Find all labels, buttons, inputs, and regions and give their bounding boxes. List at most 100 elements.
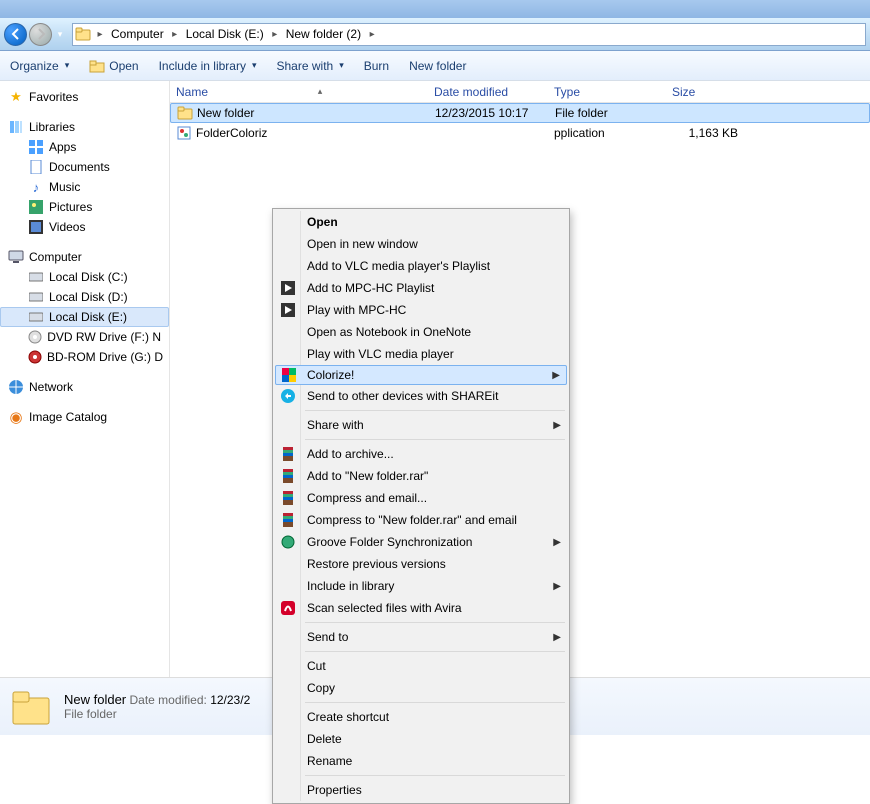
sidebar-item-drive-e[interactable]: Local Disk (E:) bbox=[0, 307, 169, 327]
context-menu-item[interactable]: Colorize!▶ bbox=[275, 365, 567, 385]
file-icon bbox=[177, 105, 193, 121]
context-menu-item[interactable]: Copy bbox=[275, 677, 567, 699]
context-menu-label: Properties bbox=[307, 783, 362, 797]
nav-history-dropdown[interactable]: ▾ bbox=[54, 23, 66, 46]
chevron-right-icon: ▶ bbox=[552, 370, 560, 381]
os-taskbar-blur bbox=[0, 0, 870, 18]
context-menu-item[interactable]: Play with MPC-HC bbox=[275, 299, 567, 321]
context-menu-label: Create shortcut bbox=[307, 710, 389, 724]
music-icon: ♪ bbox=[28, 179, 44, 195]
context-menu-item[interactable]: Restore previous versions bbox=[275, 553, 567, 575]
rar-icon bbox=[280, 468, 296, 484]
context-menu-item[interactable]: Delete bbox=[275, 728, 567, 750]
context-menu-item[interactable]: Scan selected files with Avira bbox=[275, 597, 567, 619]
context-menu-item[interactable]: Groove Folder Synchronization▶ bbox=[275, 531, 567, 553]
context-menu-item[interactable]: Open as Notebook in OneNote bbox=[275, 321, 567, 343]
context-menu-item[interactable]: Open bbox=[275, 211, 567, 233]
context-menu-label: Open as Notebook in OneNote bbox=[307, 325, 471, 339]
context-menu-item[interactable]: Include in library▶ bbox=[275, 575, 567, 597]
sidebar-item-music[interactable]: ♪ Music bbox=[0, 177, 169, 197]
drive-icon bbox=[28, 289, 44, 305]
chevron-right-icon[interactable]: ▸ bbox=[93, 29, 107, 40]
chevron-right-icon[interactable]: ▸ bbox=[268, 29, 282, 40]
favorites-label: Favorites bbox=[29, 90, 78, 104]
file-date-cell: 12/23/2015 10:17 bbox=[429, 106, 549, 120]
context-menu-item[interactable]: Compress to "New folder.rar" and email bbox=[275, 509, 567, 531]
context-menu-label: Add to "New folder.rar" bbox=[307, 469, 428, 483]
context-menu-label: Open bbox=[307, 215, 338, 229]
column-date[interactable]: Date modified bbox=[428, 85, 548, 99]
rar-icon bbox=[280, 490, 296, 506]
context-menu-item[interactable]: Send to▶ bbox=[275, 626, 567, 648]
chevron-right-icon: ▶ bbox=[553, 420, 561, 431]
folder-icon bbox=[10, 686, 52, 728]
folder-open-icon bbox=[89, 58, 105, 74]
sidebar-item-dvd[interactable]: DVD RW Drive (F:) N bbox=[0, 327, 169, 347]
new-folder-button[interactable]: New folder bbox=[409, 59, 466, 73]
column-type[interactable]: Type bbox=[548, 85, 666, 99]
groove-icon bbox=[280, 534, 296, 550]
share-with-button[interactable]: Share with bbox=[277, 59, 344, 73]
breadcrumb-bar[interactable]: ▸ Computer ▸ Local Disk (E:) ▸ New folde… bbox=[72, 23, 866, 46]
open-button[interactable]: Open bbox=[89, 58, 138, 74]
context-menu-label: Cut bbox=[307, 659, 326, 673]
context-menu-item[interactable]: Create shortcut bbox=[275, 706, 567, 728]
libraries-group[interactable]: Libraries bbox=[0, 117, 169, 137]
column-size[interactable]: Size bbox=[666, 85, 746, 99]
details-date-label: Date modified: bbox=[129, 693, 206, 707]
colorize-icon bbox=[281, 367, 297, 383]
sidebar-item-videos[interactable]: Videos bbox=[0, 217, 169, 237]
sidebar-item-drive-c[interactable]: Local Disk (C:) bbox=[0, 267, 169, 287]
image-catalog-group[interactable]: ◉ Image Catalog bbox=[0, 407, 169, 427]
context-menu-item[interactable]: Cut bbox=[275, 655, 567, 677]
context-menu-label: Play with VLC media player bbox=[307, 347, 454, 361]
computer-group[interactable]: Computer bbox=[0, 247, 169, 267]
context-menu-item[interactable]: Send to other devices with SHAREit bbox=[275, 385, 567, 407]
nav-back-button[interactable] bbox=[4, 23, 27, 46]
context-menu-item[interactable]: Share with▶ bbox=[275, 414, 567, 436]
chevron-right-icon[interactable]: ▸ bbox=[365, 29, 379, 40]
context-menu-item[interactable]: Rename bbox=[275, 750, 567, 772]
organize-button[interactable]: Organize bbox=[10, 59, 69, 73]
file-icon bbox=[176, 125, 192, 141]
sidebar-item-bdrom[interactable]: BD-ROM Drive (G:) D bbox=[0, 347, 169, 367]
column-name[interactable]: Name ▴ bbox=[170, 85, 428, 99]
context-menu-label: Restore previous versions bbox=[307, 557, 446, 571]
breadcrumb-seg-folder[interactable]: New folder (2) bbox=[282, 24, 365, 45]
avira-icon bbox=[280, 600, 296, 616]
file-row[interactable]: New folder12/23/2015 10:17File folder bbox=[170, 103, 870, 123]
chevron-right-icon: ▶ bbox=[553, 537, 561, 548]
sidebar-item-drive-d[interactable]: Local Disk (D:) bbox=[0, 287, 169, 307]
context-menu-item[interactable]: Add to "New folder.rar" bbox=[275, 465, 567, 487]
computer-icon bbox=[8, 249, 24, 265]
folder-icon bbox=[73, 26, 93, 42]
context-menu-label: Copy bbox=[307, 681, 335, 695]
sidebar-item-pictures[interactable]: Pictures bbox=[0, 197, 169, 217]
file-row[interactable]: FolderColorizpplication1,163 KB bbox=[170, 123, 870, 143]
sidebar-item-documents[interactable]: Documents bbox=[0, 157, 169, 177]
sidebar-item-apps[interactable]: Apps bbox=[0, 137, 169, 157]
context-menu-item[interactable]: Add to VLC media player's Playlist bbox=[275, 255, 567, 277]
context-menu-item[interactable]: Open in new window bbox=[275, 233, 567, 255]
context-menu-item[interactable]: Play with VLC media player bbox=[275, 343, 567, 365]
file-name-cell: FolderColoriz bbox=[170, 125, 428, 141]
favorites-group[interactable]: ★ Favorites bbox=[0, 87, 169, 107]
breadcrumb-seg-computer[interactable]: Computer bbox=[107, 24, 168, 45]
chevron-right-icon[interactable]: ▸ bbox=[168, 29, 182, 40]
context-menu-item[interactable]: Add to MPC-HC Playlist bbox=[275, 277, 567, 299]
context-menu-item[interactable]: Add to archive... bbox=[275, 443, 567, 465]
burn-button[interactable]: Burn bbox=[364, 59, 389, 73]
network-group[interactable]: Network bbox=[0, 377, 169, 397]
file-name-cell: New folder bbox=[171, 105, 429, 121]
image-catalog-icon: ◉ bbox=[8, 409, 24, 425]
context-menu-item[interactable]: Properties bbox=[275, 779, 567, 801]
context-menu-label: Compress to "New folder.rar" and email bbox=[307, 513, 517, 527]
chevron-right-icon: ▶ bbox=[553, 632, 561, 643]
context-menu-item[interactable]: Compress and email... bbox=[275, 487, 567, 509]
pictures-icon bbox=[28, 199, 44, 215]
documents-icon bbox=[28, 159, 44, 175]
include-library-button[interactable]: Include in library bbox=[159, 59, 257, 73]
breadcrumb-seg-disk[interactable]: Local Disk (E:) bbox=[182, 24, 268, 45]
file-type-cell: pplication bbox=[548, 126, 666, 140]
context-menu-separator bbox=[305, 651, 565, 652]
